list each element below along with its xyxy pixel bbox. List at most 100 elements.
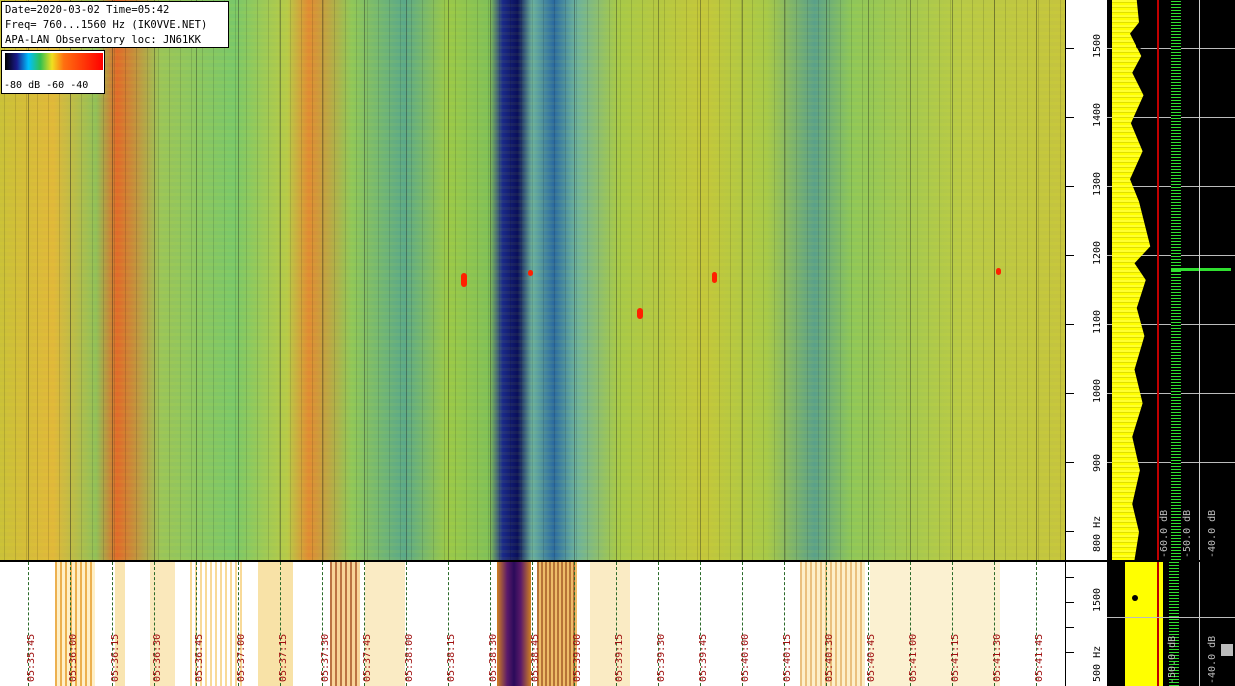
color-scale-ticks: -80 dB -60 -40 — [4, 80, 89, 91]
axis-tick — [1066, 117, 1074, 118]
time-gridline — [910, 0, 911, 560]
spectrum-average-line — [1157, 562, 1159, 686]
time-gridline — [574, 0, 575, 560]
spectrum-panel: -60.0 dB -50.0 dB -40.0 dB — [1107, 0, 1235, 560]
db-label: -50.0 dB — [1182, 509, 1193, 558]
time-gridline — [952, 0, 953, 560]
spectrum-fill — [1112, 0, 1151, 560]
time-gridline — [112, 0, 113, 560]
frequency-text: Freq= 760...1560 Hz (IK0VVE.NET) — [5, 19, 208, 31]
time-label: 05:38:15 — [446, 633, 457, 682]
time-gridline — [742, 0, 743, 560]
time-label: 05:41:45 — [1034, 633, 1045, 682]
freq-label: 1300 — [1092, 171, 1103, 196]
axis-tick — [1066, 627, 1074, 628]
echo-mark — [996, 268, 1001, 275]
time-label: 05:41:15 — [950, 633, 961, 682]
freq-label: 1400 — [1092, 102, 1103, 127]
spectrogram-viewer: Date=2020-03-02 Time=05:42 Freq= 760...1… — [0, 0, 1235, 686]
color-scale-legend: -80 dB -60 -40 — [1, 50, 105, 94]
echo-mark — [637, 308, 643, 319]
spectrum-peak — [1171, 268, 1231, 271]
observatory-text: APA-LAN Observatory loc: JN61KK — [5, 34, 201, 46]
time-label: 05:36:15 — [110, 633, 121, 682]
axis-tick — [1066, 531, 1074, 532]
echo-mark — [461, 273, 467, 287]
color-scale-bar — [5, 53, 103, 70]
time-gridline — [364, 0, 365, 560]
time-label: 05:40:00 — [740, 633, 751, 682]
indicator-square — [1221, 644, 1233, 656]
axis-tick — [1066, 393, 1074, 394]
time-label: 05:37:30 — [320, 633, 331, 682]
time-gridline — [196, 0, 197, 560]
frequency-axis: 1500 1400 1300 1200 1100 1000 900 800 Hz — [1065, 0, 1107, 560]
freq-label: 500 Hz — [1092, 645, 1103, 682]
echo-mark — [712, 272, 717, 283]
time-gridline — [490, 0, 491, 560]
spectrum-average-line — [1157, 0, 1159, 560]
time-gridline — [784, 0, 785, 560]
time-gridline — [658, 0, 659, 560]
axis-tick — [1066, 255, 1074, 256]
axis-tick — [1066, 602, 1074, 603]
axis-tick — [1066, 48, 1074, 49]
time-gridline — [616, 0, 617, 560]
db-label: -40.0 dB — [1207, 509, 1218, 558]
freq-label: 1100 — [1092, 309, 1103, 334]
time-gridline — [154, 0, 155, 560]
axis-tick — [1066, 577, 1074, 578]
freq-label: 1500 — [1092, 33, 1103, 58]
time-label: 05:41:30 — [992, 633, 1003, 682]
db-reference-line — [1199, 562, 1200, 686]
time-label: 05:36:45 — [194, 633, 205, 682]
time-label: 05:38:45 — [530, 633, 541, 682]
axis-tick — [1066, 186, 1074, 187]
time-gridline — [238, 0, 239, 560]
time-label: 05:39:30 — [656, 633, 667, 682]
time-gridline — [994, 0, 995, 560]
time-gridline — [700, 0, 701, 560]
echo-mark — [528, 270, 533, 276]
time-gridline — [280, 0, 281, 560]
date-time-text: Date=2020-03-02 Time=05:42 — [5, 4, 170, 16]
time-label: 05:37:15 — [278, 633, 289, 682]
freq-label: 1500 — [1092, 587, 1103, 612]
db-reference-line — [1199, 0, 1200, 560]
time-label: 05:40:30 — [824, 633, 835, 682]
time-label: 05:39:00 — [572, 633, 583, 682]
time-gridline — [826, 0, 827, 560]
time-label: 05:37:00 — [236, 633, 247, 682]
axis-tick — [1066, 462, 1074, 463]
db-label: -40.0 dB — [1207, 635, 1218, 684]
db-label: -60.0 dB — [1159, 509, 1170, 558]
freq-label: 800 Hz — [1092, 515, 1103, 552]
main-waterfall — [0, 0, 1065, 560]
marker-dot — [1136, 43, 1142, 49]
time-axis: 05:35:45 05:36:00 05:36:15 05:36:30 05:36:45… — [0, 562, 1065, 686]
freq-label: 1000 — [1092, 378, 1103, 403]
bottom-spectrum-panel: -50.0 dB -40.0 dB — [1107, 562, 1235, 686]
time-label: 05:39:15 — [614, 633, 625, 682]
time-gridline — [868, 0, 869, 560]
time-label: 05:37:45 — [362, 633, 373, 682]
time-label: 05:40:15 — [782, 633, 793, 682]
spectrum-trace — [1171, 0, 1181, 560]
time-gridline — [406, 0, 407, 560]
time-gridline — [1036, 0, 1037, 560]
db-label: -50.0 dB — [1167, 635, 1178, 684]
time-gridline — [448, 0, 449, 560]
time-label: 05:36:30 — [152, 633, 163, 682]
time-label: 05:36:00 — [68, 633, 79, 682]
axis-tick — [1066, 324, 1074, 325]
time-label: 05:38:30 — [488, 633, 499, 682]
time-gridline — [322, 0, 323, 560]
time-label: 05:39:45 — [698, 633, 709, 682]
time-label: 05:40:45 — [866, 633, 877, 682]
freq-label: 1200 — [1092, 240, 1103, 265]
marker-dot — [1132, 595, 1138, 601]
bottom-frequency-axis: 1500 500 Hz — [1065, 562, 1107, 686]
time-label: 05:41:00 — [908, 633, 919, 682]
time-label: 05:35:45 — [26, 633, 37, 682]
time-label: 05:38:00 — [404, 633, 415, 682]
